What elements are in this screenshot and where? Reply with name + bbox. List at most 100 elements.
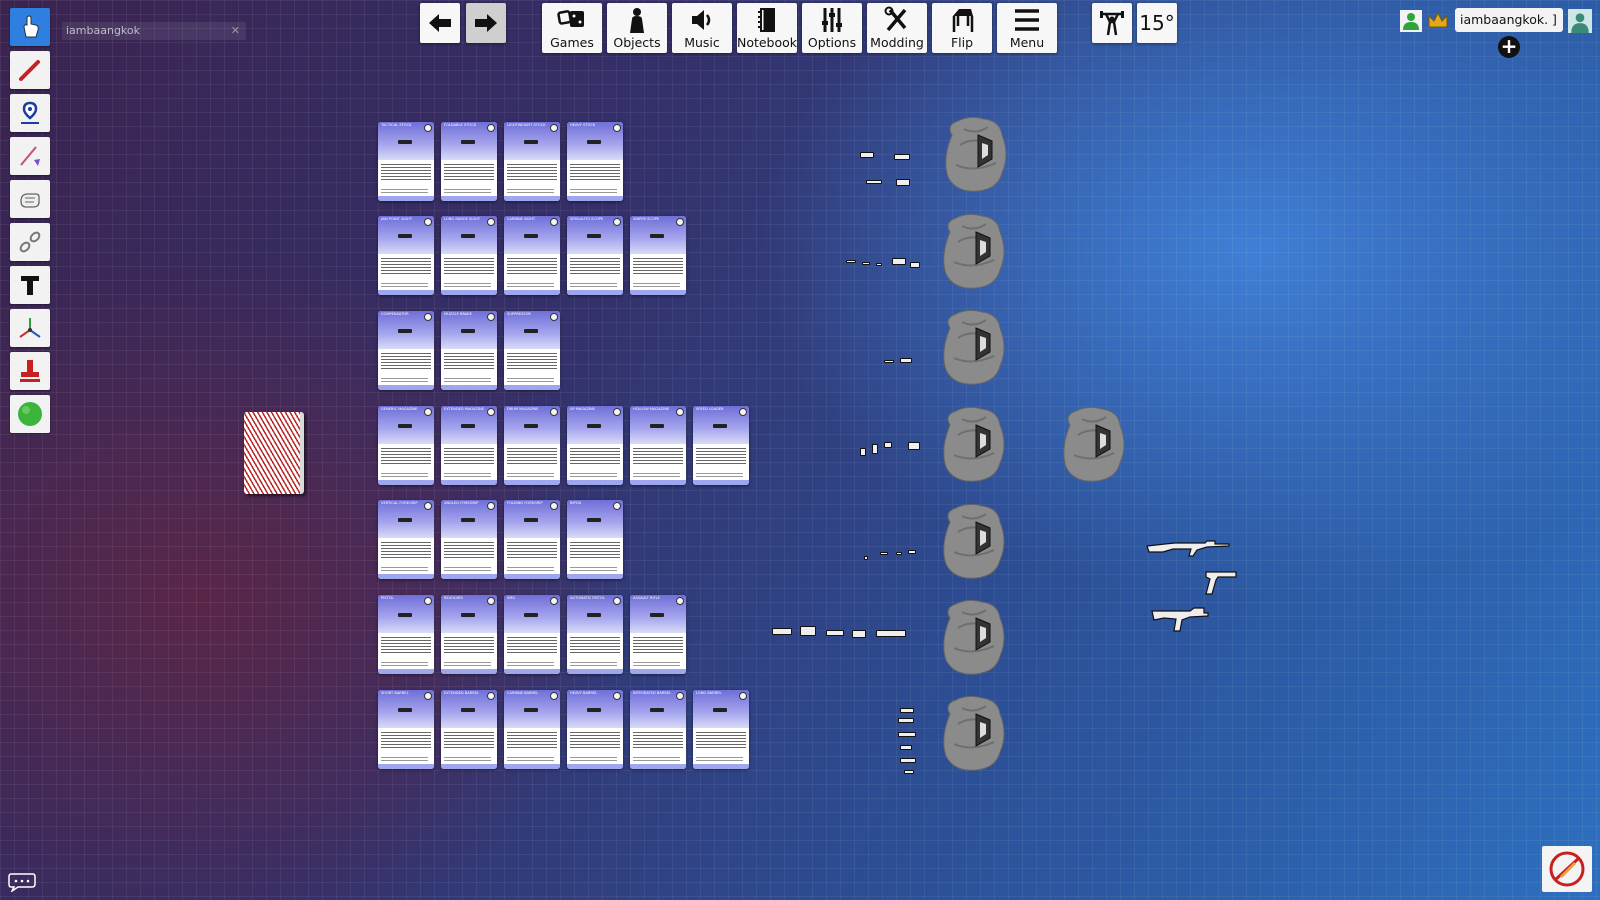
attachment-card[interactable]: LIGHTWEIGHT STOCK xyxy=(504,122,560,201)
grab-tool-button[interactable] xyxy=(10,8,50,46)
gun-part-model[interactable] xyxy=(884,442,892,448)
attachment-card[interactable]: SEMI-AUTO SCOPE xyxy=(567,216,623,295)
gun-part-model[interactable] xyxy=(852,630,866,638)
pen-tool-button[interactable] xyxy=(10,51,50,89)
gun-part-model[interactable] xyxy=(908,442,920,450)
gun-part-model[interactable] xyxy=(892,258,906,265)
gun-part-model[interactable] xyxy=(860,152,874,158)
physics-button[interactable] xyxy=(1092,3,1132,43)
attachment-card[interactable]: CARBINE BARREL xyxy=(504,690,560,769)
attachment-card[interactable]: JAW POINT SIGHT xyxy=(378,216,434,295)
gun-part-model[interactable] xyxy=(884,360,894,363)
attachment-card[interactable]: EXTENDED BARREL xyxy=(441,690,497,769)
chat-icon[interactable] xyxy=(8,872,36,892)
bag-icon[interactable] xyxy=(940,115,1010,193)
attachment-card[interactable]: HEAVY STOCK xyxy=(567,122,623,201)
pistol-model-icon[interactable] xyxy=(1200,568,1240,598)
close-icon[interactable]: ✕ xyxy=(231,22,240,40)
gun-part-model[interactable] xyxy=(908,550,916,554)
bag-icon[interactable] xyxy=(938,598,1008,676)
gun-part-model[interactable] xyxy=(904,770,914,774)
attachment-card[interactable]: DRUM MAGAZINE xyxy=(504,406,560,485)
gun-part-model[interactable] xyxy=(896,179,910,186)
attachment-card[interactable]: FOLDABLE STOCK xyxy=(441,122,497,201)
attachment-card[interactable]: BIPOD xyxy=(567,500,623,579)
undo-button[interactable] xyxy=(420,3,460,43)
attachment-card[interactable]: REVOLVER xyxy=(441,595,497,674)
gizmo-tool-button[interactable] xyxy=(10,180,50,218)
gun-part-model[interactable] xyxy=(846,260,856,263)
menu-button[interactable]: Menu xyxy=(997,3,1057,53)
gun-part-model[interactable] xyxy=(860,448,866,456)
games-button[interactable]: Games xyxy=(542,3,602,53)
attachment-card[interactable]: LONG RANGE SIGHT xyxy=(441,216,497,295)
attachment-card[interactable]: FOLDING FOREGRIP xyxy=(504,500,560,579)
attachment-card[interactable]: LONG BARREL xyxy=(693,690,749,769)
redo-button[interactable] xyxy=(466,3,506,43)
attachment-card[interactable]: AUTOMATIC PISTOL xyxy=(567,595,623,674)
avatar-icon[interactable] xyxy=(1568,9,1592,33)
attachment-card[interactable]: CARBINE SIGHT xyxy=(504,216,560,295)
flip-button[interactable]: Flip xyxy=(932,3,992,53)
gun-part-model[interactable] xyxy=(898,718,914,723)
attachment-card[interactable]: HOLLOW MAGAZINE xyxy=(630,406,686,485)
bag-icon[interactable] xyxy=(938,502,1008,580)
joint-tool-button[interactable] xyxy=(10,223,50,261)
bag-icon[interactable] xyxy=(938,694,1008,772)
modding-button[interactable]: Modding xyxy=(867,3,927,53)
gun-part-model[interactable] xyxy=(880,552,888,555)
gun-part-model[interactable] xyxy=(900,745,912,750)
gun-part-model[interactable] xyxy=(862,262,870,265)
attachment-card[interactable]: SMG xyxy=(504,595,560,674)
objects-button[interactable]: Objects xyxy=(607,3,667,53)
attachment-card[interactable]: VERTICAL FOREGRIP xyxy=(378,500,434,579)
attachment-card[interactable]: COMPENSATOR xyxy=(378,311,434,390)
gun-part-model[interactable] xyxy=(898,732,916,737)
attachment-card[interactable]: TACTICAL STOCK xyxy=(378,122,434,201)
snap-tool-button[interactable] xyxy=(10,309,50,347)
line-tool-button[interactable] xyxy=(10,137,50,175)
gun-part-model[interactable] xyxy=(900,758,916,763)
color-tool-button[interactable] xyxy=(10,395,50,433)
attachment-card[interactable]: PISTOL xyxy=(378,595,434,674)
bag-icon[interactable] xyxy=(938,212,1008,290)
options-button[interactable]: Options xyxy=(802,3,862,53)
attachment-card[interactable]: SPEED LOADER xyxy=(693,406,749,485)
player-name-button[interactable]: iambaangkok. ] xyxy=(1455,8,1563,32)
rifle-model-icon[interactable] xyxy=(1145,538,1230,558)
attachment-card[interactable]: ANGLED FOREGRIP xyxy=(441,500,497,579)
clear-drawings-button[interactable] xyxy=(1542,846,1592,892)
rotation-angle-button[interactable]: 15° xyxy=(1137,3,1177,43)
attachment-card[interactable]: SUPPRESSOR xyxy=(504,311,560,390)
notebook-button[interactable]: Notebook xyxy=(737,3,797,53)
attachment-card[interactable]: SNIPER SCOPE xyxy=(630,216,686,295)
attachment-card[interactable]: MUZZLE BRAKE xyxy=(441,311,497,390)
attachment-card[interactable]: AP MAGAZINE xyxy=(567,406,623,485)
card-deck[interactable] xyxy=(244,412,304,494)
music-button[interactable]: Music xyxy=(672,3,732,53)
bag-icon[interactable] xyxy=(938,308,1008,386)
attachment-card[interactable]: HEAVY BARREL xyxy=(567,690,623,769)
table-surface[interactable] xyxy=(0,0,1600,900)
decal-tool-button[interactable] xyxy=(10,352,50,390)
gun-part-model[interactable] xyxy=(900,708,914,713)
gun-part-model[interactable] xyxy=(894,154,910,160)
gun-part-model[interactable] xyxy=(910,262,920,268)
attachment-card[interactable]: SHORT BARREL xyxy=(378,690,434,769)
attachment-card[interactable]: GENERIC MAGAZINE xyxy=(378,406,434,485)
players-icon[interactable] xyxy=(1400,10,1422,32)
bag-icon[interactable] xyxy=(938,405,1008,483)
gun-part-model[interactable] xyxy=(876,630,906,637)
attachment-card[interactable]: EXTENDED MAGAZINE xyxy=(441,406,497,485)
gun-part-model[interactable] xyxy=(900,358,912,363)
attachment-card[interactable]: ASSAULT RIFLE xyxy=(630,595,686,674)
add-icon[interactable]: + xyxy=(1498,36,1520,58)
gun-part-model[interactable] xyxy=(876,263,882,266)
attachment-card[interactable]: INTEGRATED BARREL xyxy=(630,690,686,769)
gun-part-model[interactable] xyxy=(872,444,878,454)
smg-model-icon[interactable] xyxy=(1150,605,1210,633)
gun-part-model[interactable] xyxy=(896,552,902,555)
gun-part-model[interactable] xyxy=(866,180,882,184)
bag-icon[interactable] xyxy=(1058,405,1128,483)
gun-part-model[interactable] xyxy=(826,630,844,636)
